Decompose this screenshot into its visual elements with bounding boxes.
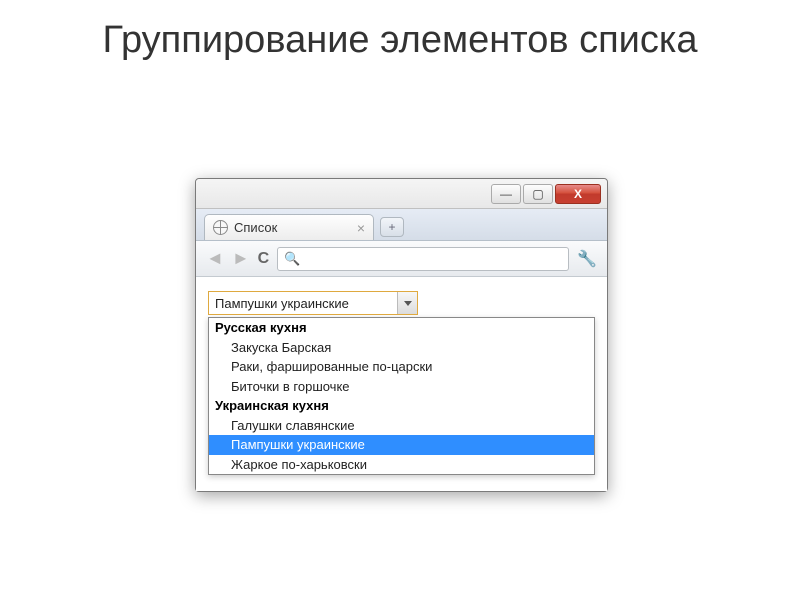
forward-button[interactable]: ►: [232, 248, 250, 269]
browser-window: — ▢ X Список × + ◄ ► C 🔍 🔧 Пампушки укра…: [195, 178, 608, 492]
minimize-button[interactable]: —: [491, 184, 521, 204]
select-option[interactable]: Жаркое по-харьковски: [209, 455, 594, 475]
select-option[interactable]: Галушки славянские: [209, 416, 594, 436]
globe-icon: [213, 220, 228, 235]
browser-tab[interactable]: Список ×: [204, 214, 374, 240]
maximize-button[interactable]: ▢: [523, 184, 553, 204]
tab-strip: Список × +: [196, 209, 607, 241]
select-option[interactable]: Закуска Барская: [209, 338, 594, 358]
window-titlebar: — ▢ X: [196, 179, 607, 209]
back-button[interactable]: ◄: [206, 248, 224, 269]
search-icon: 🔍: [284, 251, 300, 267]
slide-title: Группирование элементов списка: [0, 0, 800, 64]
select-option[interactable]: Раки, фаршированные по-царски: [209, 357, 594, 377]
select-option[interactable]: Биточки в горшочке: [209, 377, 594, 397]
new-tab-button[interactable]: +: [380, 217, 404, 237]
chevron-down-icon[interactable]: [397, 292, 417, 314]
optgroup-label: Русская кухня: [209, 318, 594, 338]
tab-title: Список: [234, 220, 351, 235]
select-value: Пампушки украинские: [215, 296, 349, 311]
optgroup-label: Украинская кухня: [209, 396, 594, 416]
cuisine-select[interactable]: Пампушки украинские: [208, 291, 418, 315]
select-option[interactable]: Пампушки украинские: [209, 435, 594, 455]
browser-toolbar: ◄ ► C 🔍 🔧: [196, 241, 607, 277]
close-button[interactable]: X: [555, 184, 601, 204]
address-bar[interactable]: 🔍: [277, 247, 569, 271]
select-dropdown: Русская кухняЗакуска БарскаяРаки, фаршир…: [208, 317, 595, 475]
reload-button[interactable]: C: [258, 250, 270, 268]
wrench-icon[interactable]: 🔧: [577, 249, 597, 269]
tab-close-icon[interactable]: ×: [357, 220, 365, 236]
page-content: Пампушки украинские Русская кухняЗакуска…: [196, 277, 607, 491]
